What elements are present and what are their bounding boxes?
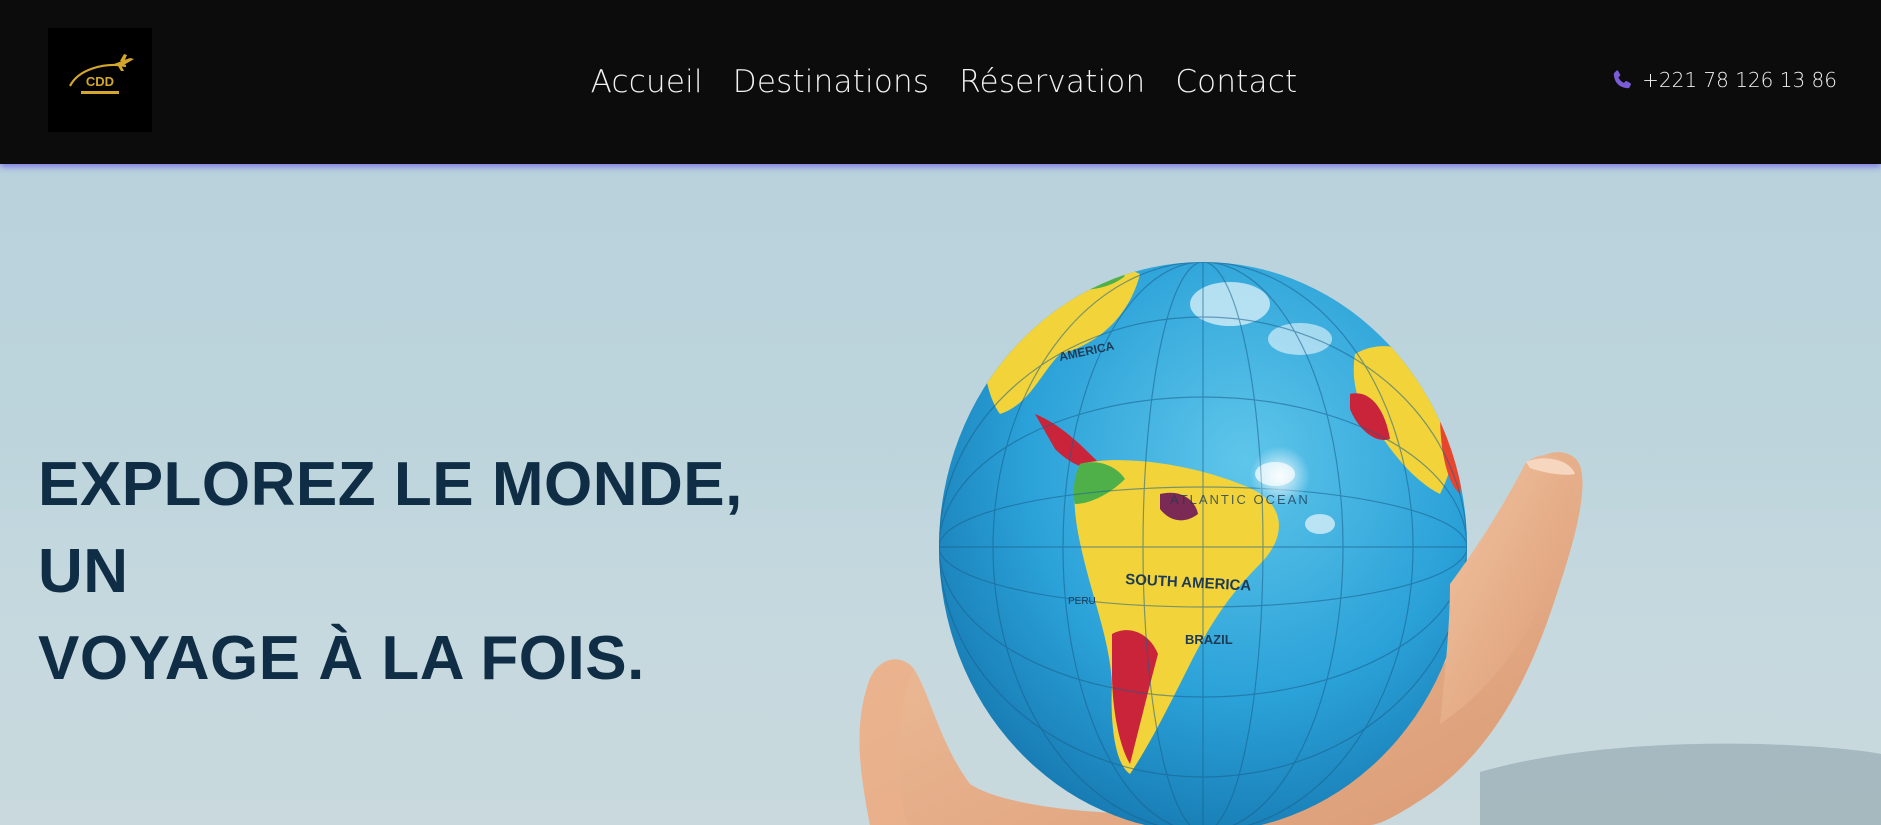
hero: AMERICA ATLANTIC OCEAN SOUTH AMERICA BRA… [0,164,1881,825]
nav-link-contact[interactable]: Contact [1175,64,1297,100]
logo[interactable]: CDD [48,28,152,132]
phone-icon [1613,70,1632,89]
nav-link-accueil[interactable]: Accueil [591,64,703,100]
logo-icon: CDD [48,28,152,132]
phone-number: +221 78 126 13 86 [1642,68,1837,92]
globe-label-ocean: ATLANTIC OCEAN [1170,492,1310,507]
logo-text: CDD [86,74,114,89]
nav-link-destinations[interactable]: Destinations [733,64,929,100]
main-nav: Accueil Destinations Réservation Contact [0,0,1881,164]
globe-label-brazil: BRAZIL [1185,632,1233,647]
globe-label-peru: PERU [1068,596,1096,607]
hero-title-line-2: VOYAGE À LA FOIS. [38,624,645,693]
hero-title: EXPLOREZ LE MONDE, UN VOYAGE À LA FOIS. [38,441,798,702]
nav-link-reservation[interactable]: Réservation [959,64,1145,100]
site-header: CDD Accueil Destinations Réservation Con… [0,0,1881,164]
page: CDD Accueil Destinations Réservation Con… [0,0,1881,825]
phone-link[interactable]: +221 78 126 13 86 [1610,68,1837,92]
hero-title-line-1: EXPLOREZ LE MONDE, UN [38,450,743,606]
